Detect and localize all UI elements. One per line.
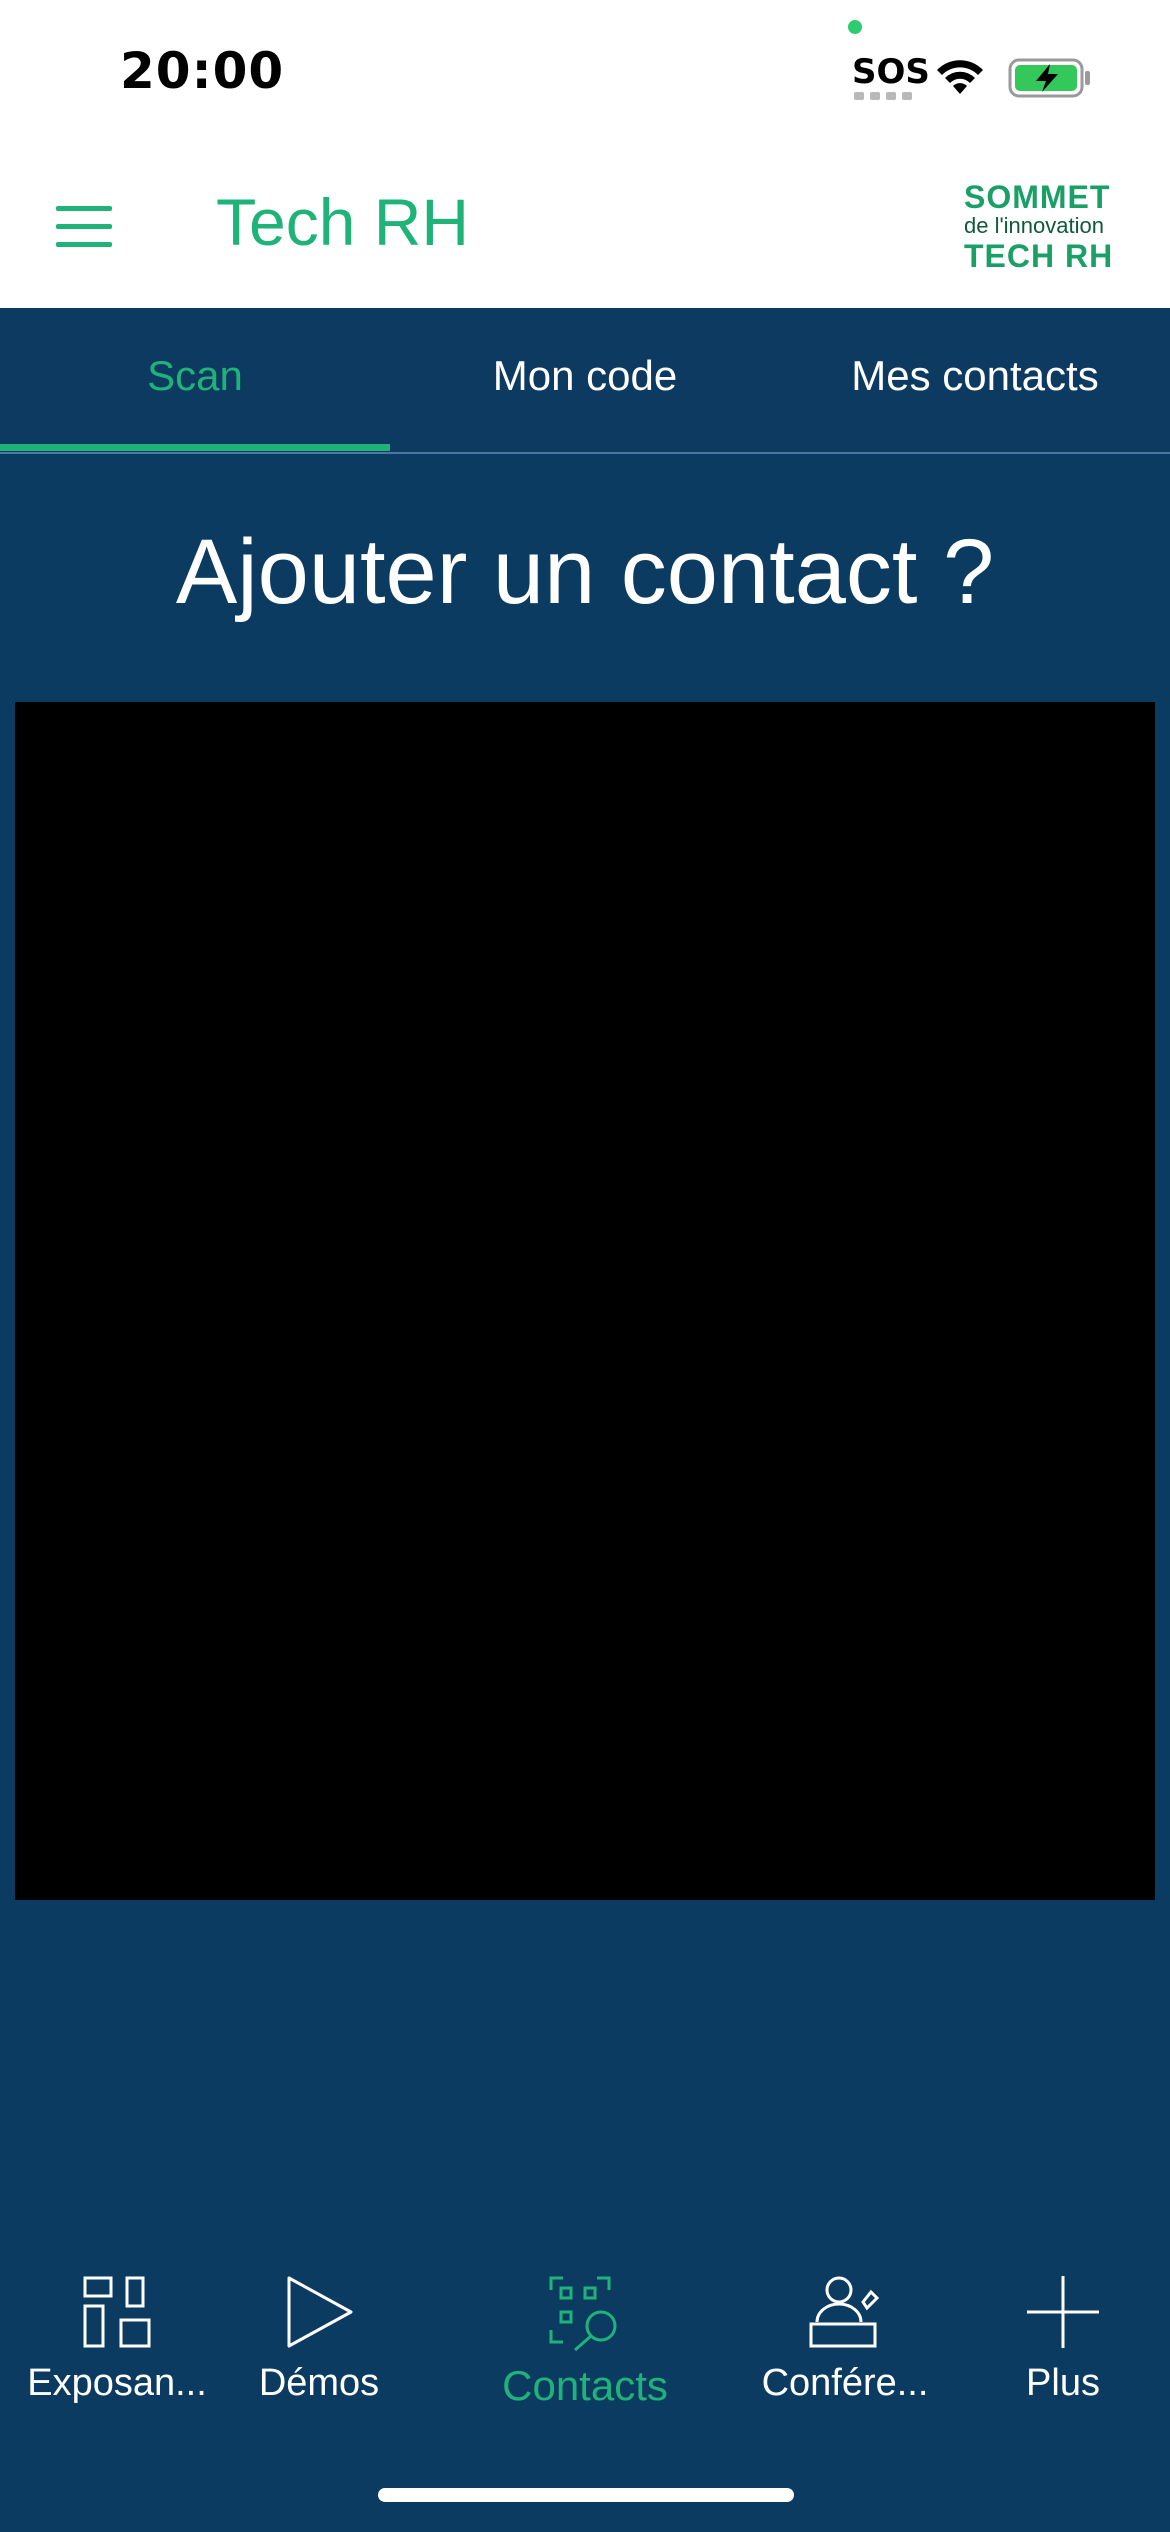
nav-item-contacts[interactable]: Contacts — [468, 2250, 702, 2410]
qr-scan-icon — [549, 2276, 617, 2352]
status-time: 20:00 — [120, 42, 285, 100]
sos-indicator: SOS — [852, 52, 930, 92]
tab-bar: Scan Mon code Mes contacts — [0, 308, 1170, 454]
app-header: Tech RH SOMMET de l'innovation TECH RH — [0, 150, 1170, 308]
event-logo: SOMMET de l'innovation TECH RH — [964, 180, 1124, 274]
privacy-indicator-dot — [848, 20, 862, 34]
plus-icon — [1027, 2276, 1099, 2348]
nav-label: Confére... — [761, 2362, 929, 2404]
bottom-navigation: Exposan... Démos Contacts Confére... Plu… — [0, 2250, 1170, 2430]
grid-icon — [83, 2276, 151, 2348]
nav-item-exposants[interactable]: Exposan... — [0, 2250, 234, 2405]
tab-mes-contacts[interactable]: Mes contacts — [780, 352, 1170, 400]
logo-line-2: de l'innovation — [964, 213, 1104, 238]
nav-label: Démos — [258, 2362, 380, 2404]
wifi-icon — [937, 60, 983, 94]
tab-mon-code[interactable]: Mon code — [390, 352, 780, 400]
battery-charging-icon — [1008, 58, 1090, 98]
nav-item-demos[interactable]: Démos — [202, 2250, 436, 2405]
logo-line-3: TECH RH — [964, 238, 1114, 274]
qr-scanner-camera-view[interactable] — [15, 702, 1155, 1900]
hamburger-menu-icon[interactable] — [56, 206, 112, 248]
home-indicator[interactable] — [378, 2488, 794, 2502]
app-title: Tech RH — [216, 185, 470, 259]
status-bar: 20:00 SOS — [0, 0, 1170, 150]
page-title: Ajouter un contact ? — [175, 521, 995, 623]
signal-dots — [854, 92, 914, 100]
nav-label: Exposan... — [27, 2362, 207, 2404]
active-tab-indicator — [0, 444, 390, 451]
nav-label: Contacts — [502, 2362, 668, 2409]
nav-item-plus[interactable]: Plus — [946, 2250, 1170, 2405]
tab-scan[interactable]: Scan — [0, 352, 390, 400]
nav-label: Plus — [1026, 2362, 1100, 2404]
nav-item-conferences[interactable]: Confére... — [728, 2250, 962, 2405]
speaker-icon — [809, 2276, 880, 2348]
logo-line-1: SOMMET — [964, 179, 1111, 215]
play-icon — [287, 2276, 353, 2348]
